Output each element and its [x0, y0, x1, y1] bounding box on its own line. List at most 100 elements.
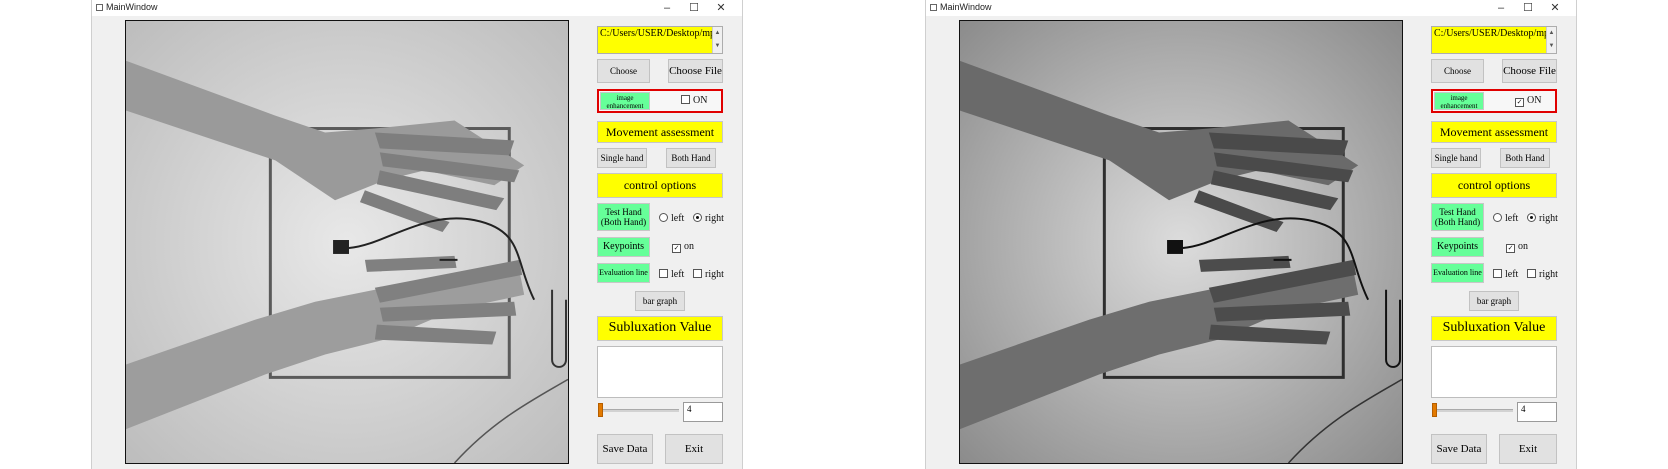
slider-track	[1433, 409, 1513, 412]
image-enhancement-label: image enhancement	[1434, 92, 1484, 110]
main-window-enhanced: MainWindow – ☐ ✕ C:/Users/USER/Desktop/m…	[925, 0, 1577, 469]
left-radio-label: left	[1505, 213, 1519, 224]
eval-left-option[interactable]: left	[1493, 269, 1518, 280]
eval-left-option[interactable]: left	[659, 269, 684, 280]
subluxation-output-box[interactable]	[1431, 346, 1557, 398]
left-radio[interactable]	[659, 213, 668, 222]
enhancement-on-label: ON	[1527, 95, 1542, 106]
save-data-button[interactable]: Save Data	[1431, 434, 1487, 464]
eval-right-option[interactable]: right	[1527, 269, 1558, 280]
path-scrollbar[interactable]: ▲ ▼	[1546, 27, 1556, 53]
window-title: MainWindow	[106, 2, 158, 12]
test-hand-label: Test Hand (Both Hand)	[597, 203, 650, 231]
left-radio-option[interactable]: left	[659, 213, 684, 224]
keypoints-on-label: on	[684, 241, 694, 252]
slider-track	[599, 409, 679, 412]
single-hand-button[interactable]: Single hand	[597, 148, 647, 168]
eval-left-checkbox[interactable]	[659, 269, 668, 278]
movement-assessment-title: Movement assessment	[597, 121, 723, 143]
threshold-slider[interactable]	[1431, 402, 1513, 418]
both-hand-button[interactable]: Both Hand	[1500, 148, 1550, 168]
maximize-icon[interactable]: ☐	[1516, 0, 1540, 16]
file-path-display[interactable]: C:/Users/USER/Desktop/mp1/I01130510003.j…	[597, 26, 723, 54]
window-title: MainWindow	[940, 2, 992, 12]
right-radio[interactable]	[1527, 213, 1536, 222]
eval-left-checkbox[interactable]	[1493, 269, 1502, 278]
main-window-original: MainWindow – ☐ ✕ C:/Users/USER/Desktop/m…	[91, 0, 743, 469]
title-bar: MainWindow – ☐ ✕	[92, 0, 742, 16]
xray-image-viewer[interactable]	[125, 20, 569, 464]
keypoints-toggle[interactable]: ✓ on	[672, 241, 694, 253]
close-icon[interactable]: ✕	[1543, 0, 1567, 16]
test-hand-label: Test Hand (Both Hand)	[1431, 203, 1484, 231]
minimize-icon[interactable]: –	[655, 0, 679, 16]
enhancement-checkbox[interactable]: ✓	[1515, 98, 1524, 107]
slider-thumb[interactable]	[1432, 403, 1437, 417]
both-hand-button[interactable]: Both Hand	[666, 148, 716, 168]
file-path-text: C:/Users/USER/Desktop/mp1/I01130510003.j…	[1434, 28, 1556, 39]
app-icon	[930, 4, 937, 11]
file-path-display[interactable]: C:/Users/USER/Desktop/mp1/I01130510003.j…	[1431, 26, 1557, 54]
choose-folder-button[interactable]: Choose Folder	[1431, 59, 1484, 98]
image-enhancement-highlight: image enhancement ON	[597, 89, 723, 113]
threshold-slider[interactable]	[597, 402, 679, 418]
subluxation-value-title: Subluxation Value	[1431, 316, 1557, 341]
slider-thumb[interactable]	[598, 403, 603, 417]
movement-assessment-title: Movement assessment	[1431, 121, 1557, 143]
title-bar: MainWindow – ☐ ✕	[926, 0, 1576, 16]
image-enhancement-highlight: image enhancement ✓ ON	[1431, 89, 1557, 113]
choose-file-button[interactable]: Choose File	[668, 59, 723, 83]
maximize-icon[interactable]: ☐	[682, 0, 706, 16]
xray-image-viewer[interactable]	[959, 20, 1403, 464]
close-icon[interactable]: ✕	[709, 0, 733, 16]
hand-xray-image-enhanced	[960, 21, 1402, 463]
eval-left-label: left	[671, 269, 685, 280]
evaluation-line-label: Evaluation line	[1431, 263, 1484, 283]
right-radio-label: right	[705, 213, 724, 224]
evaluation-line-label: Evaluation line	[597, 263, 650, 283]
eval-right-checkbox[interactable]	[1527, 269, 1536, 278]
left-radio-option[interactable]: left	[1493, 213, 1518, 224]
enhancement-checkbox[interactable]	[681, 95, 690, 104]
keypoints-toggle[interactable]: ✓ on	[1506, 241, 1528, 253]
path-scrollbar[interactable]: ▲ ▼	[712, 27, 722, 53]
eval-right-option[interactable]: right	[693, 269, 724, 280]
keypoints-label: Keypoints	[597, 237, 650, 257]
keypoints-checkbox[interactable]: ✓	[1506, 244, 1515, 253]
value-spinbox[interactable]: 4	[683, 402, 723, 422]
choose-file-button[interactable]: Choose File	[1502, 59, 1557, 83]
save-data-button[interactable]: Save Data	[597, 434, 653, 464]
right-radio-option[interactable]: right	[1527, 213, 1558, 224]
file-path-text: C:/Users/USER/Desktop/mp1/I01130510003.j…	[600, 28, 722, 39]
exit-button[interactable]: Exit	[1499, 434, 1557, 464]
right-radio[interactable]	[693, 213, 702, 222]
bar-graph-button[interactable]: bar graph	[1469, 291, 1519, 311]
enhancement-on-label: ON	[693, 95, 708, 106]
eval-right-label: right	[1539, 269, 1558, 280]
app-icon	[96, 4, 103, 11]
keypoints-label: Keypoints	[1431, 237, 1484, 257]
value-spinbox[interactable]: 4	[1517, 402, 1557, 422]
left-radio[interactable]	[1493, 213, 1502, 222]
eval-right-label: right	[705, 269, 724, 280]
eval-left-label: left	[1505, 269, 1519, 280]
choose-folder-button[interactable]: Choose Folder	[597, 59, 650, 98]
exit-button[interactable]: Exit	[665, 434, 723, 464]
enhancement-toggle[interactable]: ON	[681, 95, 707, 106]
minimize-icon[interactable]: –	[1489, 0, 1513, 16]
left-radio-label: left	[671, 213, 685, 224]
subluxation-value-title: Subluxation Value	[597, 316, 723, 341]
hand-xray-image	[126, 21, 568, 463]
control-options-title: control options	[1431, 173, 1557, 198]
keypoints-on-label: on	[1518, 241, 1528, 252]
subluxation-output-box[interactable]	[597, 346, 723, 398]
right-radio-option[interactable]: right	[693, 213, 724, 224]
keypoints-checkbox[interactable]: ✓	[672, 244, 681, 253]
enhancement-toggle[interactable]: ✓ ON	[1515, 95, 1541, 107]
single-hand-button[interactable]: Single hand	[1431, 148, 1481, 168]
image-enhancement-label: image enhancement	[600, 92, 650, 110]
eval-right-checkbox[interactable]	[693, 269, 702, 278]
control-options-title: control options	[597, 173, 723, 198]
right-radio-label: right	[1539, 213, 1558, 224]
bar-graph-button[interactable]: bar graph	[635, 291, 685, 311]
